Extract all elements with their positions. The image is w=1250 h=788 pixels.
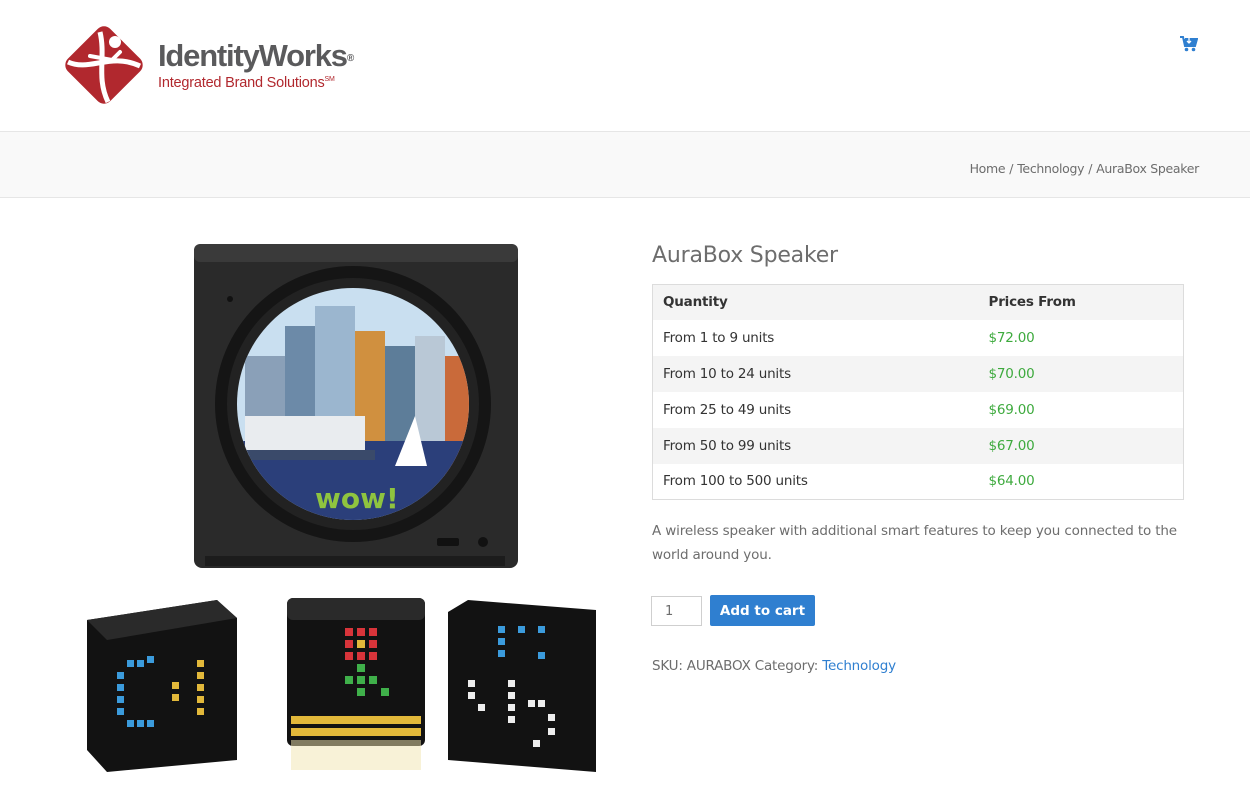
column-header-quantity: Quantity (652, 284, 979, 320)
price-cell: $64.00 (978, 463, 1184, 500)
quantity-cell: From 25 to 49 units (652, 391, 979, 428)
product-title: AuraBox Speaker (652, 243, 838, 268)
breadcrumb-separator: / (1009, 161, 1014, 176)
quantity-cell: From 100 to 500 units (652, 463, 979, 500)
breadcrumb: Home / Technology / AuraBox Speaker (970, 161, 1200, 176)
column-header-price: Prices From (978, 284, 1184, 320)
breadcrumb-home-link[interactable]: Home (970, 161, 1006, 176)
site-header: IdentityWorks® Integrated Brand Solution… (0, 0, 1250, 132)
breadcrumb-current: AuraBox Speaker (1096, 161, 1199, 176)
logo-name: IdentityWorks® (158, 37, 355, 73)
table-header-row: Quantity Prices From (652, 284, 1184, 320)
table-row: From 10 to 24 units $70.00 (652, 355, 1184, 392)
breadcrumb-technology-link[interactable]: Technology (1017, 161, 1084, 176)
logo-text: IdentityWorks® Integrated Brand Solution… (158, 37, 355, 91)
quantity-input[interactable] (651, 596, 702, 626)
breadcrumb-bar: Home / Technology / AuraBox Speaker (0, 132, 1250, 198)
product-thumbnail[interactable] (448, 590, 596, 772)
add-to-cart-button[interactable]: Add to cart (710, 595, 815, 626)
category-link[interactable]: Technology (822, 658, 896, 674)
shopping-cart-icon[interactable] (1180, 36, 1198, 52)
price-cell: $72.00 (978, 319, 1184, 356)
table-row: From 1 to 9 units $72.00 (652, 319, 1184, 356)
product-description: A wireless speaker with additional smart… (652, 523, 1177, 563)
site-logo[interactable]: IdentityWorks® Integrated Brand Solution… (60, 22, 354, 108)
breadcrumb-separator: / (1088, 161, 1093, 176)
quantity-cell: From 1 to 9 units (652, 319, 979, 356)
table-row: From 25 to 49 units $69.00 (652, 391, 1184, 428)
logo-tagline: Integrated Brand SolutionsSM (158, 74, 335, 91)
identityworks-logo-icon (65, 26, 143, 104)
category-label: Category: (754, 658, 819, 674)
product-meta: SKU: AURABOX Category: Technology (652, 658, 896, 674)
product-main-image[interactable]: wow! (165, 236, 541, 582)
price-cell: $67.00 (978, 427, 1184, 464)
price-cell: $69.00 (978, 391, 1184, 428)
product-thumbnail[interactable] (87, 590, 237, 772)
image-wow-text: wow! (315, 482, 399, 515)
table-row: From 50 to 99 units $67.00 (652, 427, 1184, 464)
sku-value: AURABOX (686, 658, 751, 674)
quantity-price-table: Quantity Prices From From 1 to 9 units $… (652, 284, 1184, 500)
product-thumbnail[interactable] (285, 590, 427, 772)
quantity-cell: From 50 to 99 units (652, 427, 979, 464)
table-row: From 100 to 500 units $64.00 (652, 463, 1184, 500)
sku-label: SKU: (652, 658, 683, 674)
price-cell: $70.00 (978, 355, 1184, 392)
quantity-cell: From 10 to 24 units (652, 355, 979, 392)
